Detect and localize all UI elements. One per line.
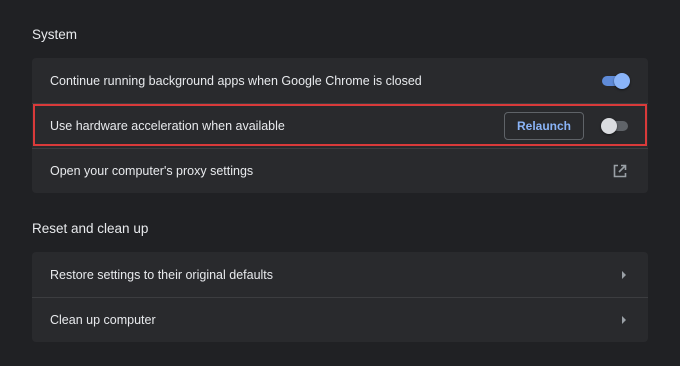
background-apps-toggle[interactable] — [602, 72, 630, 89]
proxy-settings-row[interactable]: Open your computer's proxy settings — [32, 148, 648, 193]
hardware-acceleration-row[interactable]: Use hardware acceleration when available… — [32, 103, 648, 148]
background-apps-label: Continue running background apps when Go… — [50, 73, 422, 88]
relaunch-button[interactable]: Relaunch — [504, 112, 584, 140]
toggle-knob — [614, 72, 630, 89]
restore-defaults-row[interactable]: Restore settings to their original defau… — [32, 252, 648, 297]
proxy-settings-label: Open your computer's proxy settings — [50, 164, 254, 178]
restore-defaults-label: Restore settings to their original defau… — [50, 267, 274, 282]
clean-up-computer-label: Clean up computer — [50, 313, 156, 327]
section-title-system: System — [32, 27, 78, 42]
section-title-reset: Reset and clean up — [32, 221, 149, 236]
open-in-new-icon[interactable] — [612, 163, 628, 179]
background-apps-row[interactable]: Continue running background apps when Go… — [32, 58, 648, 103]
chevron-right-icon — [620, 315, 628, 325]
toggle-knob — [601, 118, 617, 134]
chevron-right-icon — [620, 270, 628, 280]
system-card: Continue running background apps when Go… — [32, 58, 648, 193]
hardware-acceleration-label: Use hardware acceleration when available — [50, 119, 285, 133]
clean-up-computer-row[interactable]: Clean up computer — [32, 297, 648, 342]
reset-card: Restore settings to their original defau… — [32, 252, 648, 342]
hardware-acceleration-toggle[interactable] — [601, 118, 628, 134]
